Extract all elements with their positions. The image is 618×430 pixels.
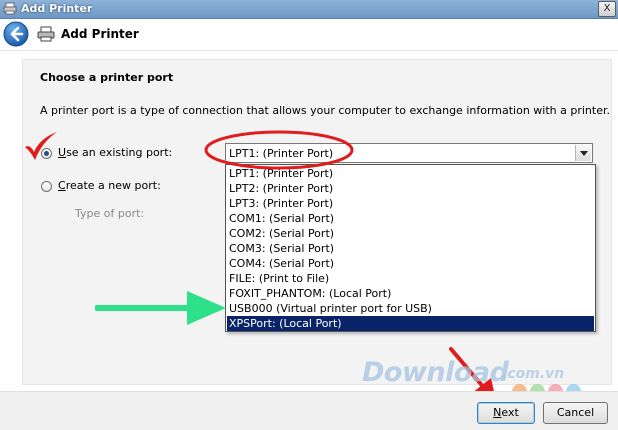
port-option[interactable]: LPT3: (Printer Port) [227,196,594,211]
port-option[interactable]: COM3: (Serial Port) [227,241,594,256]
next-button[interactable]: Next [477,402,535,424]
use-existing-port-label[interactable]: Use an existing port: [58,146,172,159]
chevron-down-icon[interactable] [575,145,591,161]
printer-icon [3,2,17,15]
watermark: Download .com.vn [362,357,602,399]
red-checkmark-icon [25,132,57,160]
watermark-logo: Download [362,357,509,388]
port-option[interactable]: USB000 (Virtual printer port for USB) [227,301,594,316]
port-option[interactable]: LPT2: (Printer Port) [227,181,594,196]
back-arrow-icon[interactable] [3,21,29,47]
red-ellipse-annotation [204,130,354,170]
port-dropdown-list: LPT1: (Printer Port) LPT2: (Printer Port… [225,164,596,332]
window-title: Add Printer [21,2,93,15]
label-rest: se an existing port: [66,146,173,159]
port-option-selected[interactable]: XPSPort: (Local Port) [227,316,594,331]
close-icon: X [603,3,611,14]
page-title: Add Printer [61,27,139,41]
next-label: ext [501,406,519,419]
title-bar: Add Printer X [0,0,618,19]
label-rest: reate a new port: [65,179,161,192]
close-button[interactable]: X [598,1,616,17]
watermark-domain: .com.vn [502,366,565,382]
type-of-port-label: Type of port: [75,207,145,220]
add-printer-window: Add Printer X Add Printer Choose a print [0,0,618,430]
port-option[interactable]: FOXIT_PHANTOM: (Local Port) [227,286,594,301]
port-option[interactable]: COM4: (Serial Port) [227,256,594,271]
port-option[interactable]: COM2: (Serial Port) [227,226,594,241]
create-new-port-label[interactable]: Create a new port: [58,179,161,192]
section-heading: Choose a printer port [40,71,174,84]
accelerator-c: C [58,179,66,192]
green-arrow-icon [95,291,226,325]
port-option[interactable]: COM1: (Serial Port) [227,211,594,226]
create-new-port-radio[interactable] [41,181,52,192]
printer-icon [37,26,55,42]
port-option[interactable]: FILE: (Print to File) [227,271,594,286]
wizard-header: Add Printer [0,19,618,51]
cancel-button[interactable]: Cancel [543,402,608,424]
section-description: A printer port is a type of connection t… [40,104,610,117]
